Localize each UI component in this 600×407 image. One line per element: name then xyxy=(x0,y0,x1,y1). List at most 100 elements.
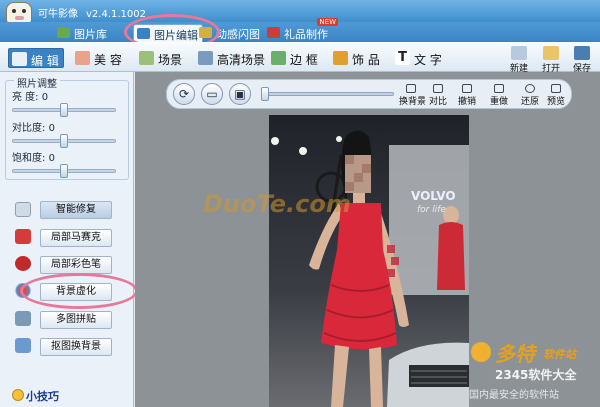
monitor-icon: ▭ xyxy=(206,87,218,101)
tab-label: 礼品制作 xyxy=(284,28,328,41)
slider-label-text: 亮 度: xyxy=(12,92,39,103)
cutout-background-button[interactable]: 抠图换背景 xyxy=(40,338,112,356)
app-version: v2.4.1.1002 xyxy=(86,9,146,20)
slider-label-text: 饱和度: xyxy=(12,153,46,164)
accessory-icon xyxy=(333,51,348,65)
hd-scene-icon xyxy=(198,51,213,65)
canvas-area: ⟳ ▭ ▣ 换背景 对比 撤销 重做 还原 预览 VOLVO for life … xyxy=(135,72,600,407)
tool-accessory-button[interactable]: 饰 品 xyxy=(330,48,384,68)
blur-icon xyxy=(15,283,31,298)
redo-icon xyxy=(494,84,504,93)
save-file-button[interactable]: 保存 xyxy=(569,46,595,74)
edit-icon xyxy=(12,52,27,66)
brightness-label: 亮 度: 0 xyxy=(12,88,48,103)
tool-label: 高清场景 xyxy=(217,53,266,67)
compare-icon xyxy=(433,84,443,93)
tab-photo-library[interactable]: 图片库 xyxy=(54,24,111,42)
open-file-button[interactable]: 打开 xyxy=(538,46,564,74)
zoom-slider-thumb[interactable] xyxy=(261,87,269,101)
app-name: 可牛影像 xyxy=(38,9,78,20)
adjust-sidebar: 照片调整 亮 度: 0 对比度: 0 饱和度: 0 智能修复 局部马赛克 局部彩… xyxy=(0,72,138,407)
tool-label: 文 字 xyxy=(414,53,442,67)
contrast-slider-thumb[interactable] xyxy=(60,134,68,148)
tips-title: 小技巧 xyxy=(26,390,59,403)
background-blur-button[interactable]: 背景虚化 xyxy=(40,283,112,301)
edited-photo[interactable]: VOLVO for life xyxy=(269,115,469,407)
cutout-icon xyxy=(15,338,31,353)
brightness-slider[interactable] xyxy=(12,103,116,117)
change-background-icon xyxy=(406,84,416,93)
preview-button[interactable]: 预览 xyxy=(544,83,568,107)
tool-beauty-button[interactable]: 美 容 xyxy=(72,48,126,68)
footer-watermark: 国内最安全的软件站 xyxy=(469,390,559,401)
tab-label: 图片编辑 xyxy=(154,29,198,42)
brightness-slider-thumb[interactable] xyxy=(60,103,68,117)
actual-size-icon: ▣ xyxy=(234,87,246,101)
brand-watermark: 多特 软件站 2345软件大全 国内最安全的软件站 xyxy=(465,336,600,407)
tool-label: 场景 xyxy=(158,53,183,67)
slider-value: 0 xyxy=(41,92,49,103)
ct-label: 对比 xyxy=(428,97,447,107)
multi-collage-button[interactable]: 多图拼贴 xyxy=(40,311,112,329)
app-title: 可牛影像 v2.4.1.1002 xyxy=(38,5,146,20)
tab-label: 图片库 xyxy=(74,28,107,41)
restore-button[interactable]: 还原 xyxy=(518,83,542,107)
zoom-slider[interactable] xyxy=(261,87,394,101)
slider-value: 0 xyxy=(48,153,55,164)
ct-label: 撤销 xyxy=(457,97,476,107)
photo-edit-icon xyxy=(137,28,150,39)
tab-flash-animation[interactable]: 动感闪图 xyxy=(196,24,264,42)
tool-edit-button[interactable]: 编 辑 xyxy=(8,48,64,68)
slider-value: 0 xyxy=(48,123,55,134)
main-tab-bar: 图片库 图片编辑 动感闪图 礼品制作 NEW xyxy=(0,18,600,42)
tool-frame-button[interactable]: 边 框 xyxy=(268,48,322,68)
local-color-pen-button[interactable]: 局部彩色笔 xyxy=(40,256,112,274)
tool-text-button[interactable]: T 文 字 xyxy=(392,48,446,68)
tool-scene-button[interactable]: 场景 xyxy=(136,48,186,68)
ct-label: 还原 xyxy=(520,97,539,107)
compare-button[interactable]: 对比 xyxy=(426,83,450,107)
lightbulb-icon xyxy=(12,389,24,401)
ct-label: 换背景 xyxy=(399,97,427,107)
tool-label: 美 容 xyxy=(94,53,122,67)
actual-size-button[interactable]: ▣ xyxy=(229,83,251,105)
brand-name: 多特 xyxy=(495,342,535,366)
new-file-button[interactable]: 新建 xyxy=(506,46,532,74)
tool-label: 编 辑 xyxy=(31,54,59,68)
rotate-button[interactable]: ⟳ xyxy=(173,83,195,105)
saturation-slider[interactable] xyxy=(12,164,116,178)
new-badge: NEW xyxy=(317,18,338,26)
volvo-sign: VOLVO xyxy=(411,189,456,203)
volvo-slogan: for life xyxy=(417,205,446,215)
photo-scene xyxy=(269,115,469,407)
saturation-slider-thumb[interactable] xyxy=(60,164,68,178)
undo-icon xyxy=(462,84,472,93)
change-background-button[interactable]: 换背景 xyxy=(399,83,427,107)
fit-screen-button[interactable]: ▭ xyxy=(201,83,223,105)
local-mosaic-button[interactable]: 局部马赛克 xyxy=(40,229,112,247)
mosaic-icon xyxy=(15,229,31,244)
tool-hd-scene-button[interactable]: 高清场景 xyxy=(195,48,269,68)
collage-icon xyxy=(15,311,31,326)
undo-button[interactable]: 撤销 xyxy=(452,83,482,107)
title-bar: 可牛影像 v2.4.1.1002 xyxy=(0,0,600,24)
tab-label: 动感闪图 xyxy=(216,28,260,41)
contrast-slider[interactable] xyxy=(12,134,116,148)
tab-photo-edit[interactable]: 图片编辑 xyxy=(133,24,203,42)
ct-label: 重做 xyxy=(489,97,508,107)
brand-subname: 软件站 xyxy=(543,348,576,361)
tool-label: 边 框 xyxy=(290,53,318,67)
brand-logo-icon xyxy=(471,342,491,362)
saturation-label: 饱和度: 0 xyxy=(12,149,55,164)
center-watermark: DuoTe.com xyxy=(203,190,351,218)
face-icon xyxy=(75,51,90,65)
smart-repair-icon xyxy=(15,202,31,217)
smart-repair-button[interactable]: 智能修复 xyxy=(40,201,112,219)
canvas-toolbar: ⟳ ▭ ▣ 换背景 对比 撤销 重做 还原 预览 xyxy=(166,79,572,109)
redo-button[interactable]: 重做 xyxy=(482,83,516,107)
new-file-icon xyxy=(511,46,527,60)
text-icon: T xyxy=(395,51,410,65)
tab-gift-making[interactable]: 礼品制作 NEW xyxy=(264,18,338,42)
tool-label: 饰 品 xyxy=(352,53,380,67)
ct-label: 预览 xyxy=(546,97,565,107)
